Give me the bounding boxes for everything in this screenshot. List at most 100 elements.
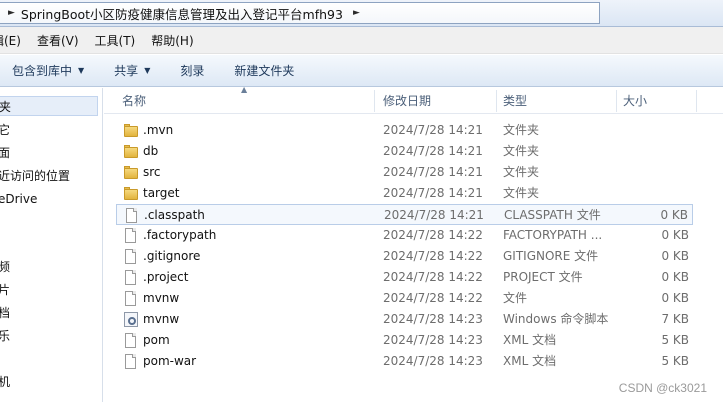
file-name: .classpath xyxy=(144,208,205,222)
column-header-name[interactable]: 名称 xyxy=(122,88,146,114)
breadcrumb-arrow-icon[interactable]: ► xyxy=(8,8,15,18)
file-date: 2024/7/28 14:22 xyxy=(383,270,483,284)
file-row[interactable]: src 2024/7/28 14:21 文件夹 xyxy=(116,162,693,183)
menu-help[interactable]: 帮助(H) xyxy=(151,32,193,49)
column-divider[interactable] xyxy=(374,90,375,112)
folder-icon xyxy=(123,186,139,201)
column-divider[interactable] xyxy=(616,90,617,112)
file-icon xyxy=(123,249,139,264)
file-date: 2024/7/28 14:21 xyxy=(383,165,483,179)
file-icon xyxy=(123,291,139,306)
file-name: pom-war xyxy=(143,354,197,368)
new-folder-button[interactable]: 新建文件夹 xyxy=(234,62,294,79)
nav-item-recent-places[interactable]: 近访问的位置 xyxy=(0,166,70,186)
file-date: 2024/7/28 14:22 xyxy=(383,291,483,305)
nav-item-pictures[interactable]: 片 xyxy=(0,280,10,300)
file-row[interactable]: mvnw 2024/7/28 14:23 Windows 命令脚本 7 KB xyxy=(116,309,693,330)
menu-bar: 辑(E) 查看(V) 工具(T) 帮助(H) xyxy=(0,27,723,54)
file-name: .project xyxy=(143,270,189,284)
file-name: pom xyxy=(143,333,170,347)
address-field[interactable]: ► SpringBoot小区防疫健康信息管理及出入登记平台mfh93 ► xyxy=(0,2,600,24)
file-type: 文件夹 xyxy=(503,144,540,158)
file-date: 2024/7/28 14:21 xyxy=(383,186,483,200)
file-size: 0 KB xyxy=(661,249,689,263)
navigation-pane: 夹 它 面 近访问的位置 eDrive 频 片 档 乐 机 xyxy=(0,88,103,402)
file-type: PROJECT 文件 xyxy=(503,270,583,284)
file-type: XML 文档 xyxy=(503,333,557,347)
address-bar: ► SpringBoot小区防疫健康信息管理及出入登记平台mfh93 ► xyxy=(0,0,723,27)
file-size: 0 KB xyxy=(661,270,689,284)
column-divider[interactable] xyxy=(496,90,497,112)
nav-item-documents[interactable]: 档 xyxy=(0,303,10,323)
nav-item-computer[interactable]: 机 xyxy=(0,372,10,392)
column-header-type[interactable]: 类型 xyxy=(503,88,527,114)
file-type: FACTORYPATH ... xyxy=(503,228,603,242)
file-type: XML 文档 xyxy=(503,354,557,368)
share-label: 共享 xyxy=(114,64,139,78)
file-name: mvnw xyxy=(143,312,180,326)
file-size: 5 KB xyxy=(661,354,689,368)
file-type: 文件夹 xyxy=(503,123,540,137)
file-size: 5 KB xyxy=(661,333,689,347)
folder-icon xyxy=(123,144,139,159)
file-date: 2024/7/28 14:22 xyxy=(383,249,483,263)
folder-icon xyxy=(123,123,139,138)
file-date: 2024/7/28 14:22 xyxy=(383,228,483,242)
share-button[interactable]: 共享 ▼ xyxy=(114,62,150,79)
nav-item-music[interactable]: 乐 xyxy=(0,326,10,346)
file-type: Windows 命令脚本 xyxy=(503,312,609,326)
file-size: 0 KB xyxy=(661,228,689,242)
file-type: 文件夹 xyxy=(503,186,540,200)
file-row[interactable]: .gitignore 2024/7/28 14:22 GITIGNORE 文件 … xyxy=(116,246,693,267)
file-row[interactable]: .project 2024/7/28 14:22 PROJECT 文件 0 KB xyxy=(116,267,693,288)
command-toolbar: 包含到库中 ▼ 共享 ▼ 刻录 新建文件夹 xyxy=(0,55,723,87)
address-path[interactable]: SpringBoot小区防疫健康信息管理及出入登记平台mfh93 xyxy=(21,4,343,23)
file-row[interactable]: .factorypath 2024/7/28 14:22 FACTORYPATH… xyxy=(116,225,693,246)
column-divider[interactable] xyxy=(696,90,697,112)
menu-view[interactable]: 查看(V) xyxy=(37,32,79,49)
file-type: 文件夹 xyxy=(503,165,540,179)
menu-tools[interactable]: 工具(T) xyxy=(95,32,136,49)
burn-button[interactable]: 刻录 xyxy=(180,62,204,79)
file-name: db xyxy=(143,144,159,158)
file-row[interactable]: pom 2024/7/28 14:23 XML 文档 5 KB xyxy=(116,330,693,351)
nav-item-videos[interactable]: 频 xyxy=(0,257,10,277)
column-header-size[interactable]: 大小 xyxy=(623,88,647,114)
file-date: 2024/7/28 14:23 xyxy=(383,312,483,326)
file-icon xyxy=(123,354,139,369)
column-header-date[interactable]: 修改日期 xyxy=(383,88,431,114)
file-date: 2024/7/28 14:23 xyxy=(383,354,483,368)
folder-icon xyxy=(123,165,139,180)
nav-item-downloads[interactable]: 它 xyxy=(0,120,10,140)
file-row[interactable]: .classpath 2024/7/28 14:21 CLASSPATH 文件 … xyxy=(116,204,693,225)
file-icon xyxy=(123,270,139,285)
file-date: 2024/7/28 14:23 xyxy=(383,333,483,347)
file-type: GITIGNORE 文件 xyxy=(503,249,599,263)
file-row[interactable]: target 2024/7/28 14:21 文件夹 xyxy=(116,183,693,204)
file-name: target xyxy=(143,186,180,200)
nav-item-onedrive[interactable]: eDrive xyxy=(0,189,37,209)
file-size: 0 KB xyxy=(661,291,689,305)
file-type: 文件 xyxy=(503,291,528,305)
nav-item-favorites[interactable]: 夹 xyxy=(0,96,98,116)
include-in-library-label: 包含到库中 xyxy=(12,64,73,78)
breadcrumb-arrow-icon[interactable]: ► xyxy=(353,8,360,18)
file-name: .mvn xyxy=(143,123,174,137)
file-size: 7 KB xyxy=(661,312,689,326)
menu-edit[interactable]: 辑(E) xyxy=(0,32,21,49)
dropdown-arrow-icon: ▼ xyxy=(144,66,151,75)
file-row[interactable]: pom-war 2024/7/28 14:23 XML 文档 5 KB xyxy=(116,351,693,372)
file-name: src xyxy=(143,165,161,179)
column-header-bar: ▲ 名称 修改日期 类型 大小 xyxy=(104,85,723,114)
file-row[interactable]: mvnw 2024/7/28 14:22 文件 0 KB xyxy=(116,288,693,309)
dropdown-arrow-icon: ▼ xyxy=(78,66,85,75)
include-in-library-button[interactable]: 包含到库中 ▼ xyxy=(12,62,84,79)
file-row[interactable]: .mvn 2024/7/28 14:21 文件夹 xyxy=(116,120,693,141)
file-name: .gitignore xyxy=(143,249,201,263)
file-row[interactable]: db 2024/7/28 14:21 文件夹 xyxy=(116,141,693,162)
nav-item-desktop[interactable]: 面 xyxy=(0,143,10,163)
script-icon xyxy=(123,312,139,327)
file-name: mvnw xyxy=(143,291,180,305)
file-size: 0 KB xyxy=(660,208,688,222)
file-date: 2024/7/28 14:21 xyxy=(384,208,484,222)
